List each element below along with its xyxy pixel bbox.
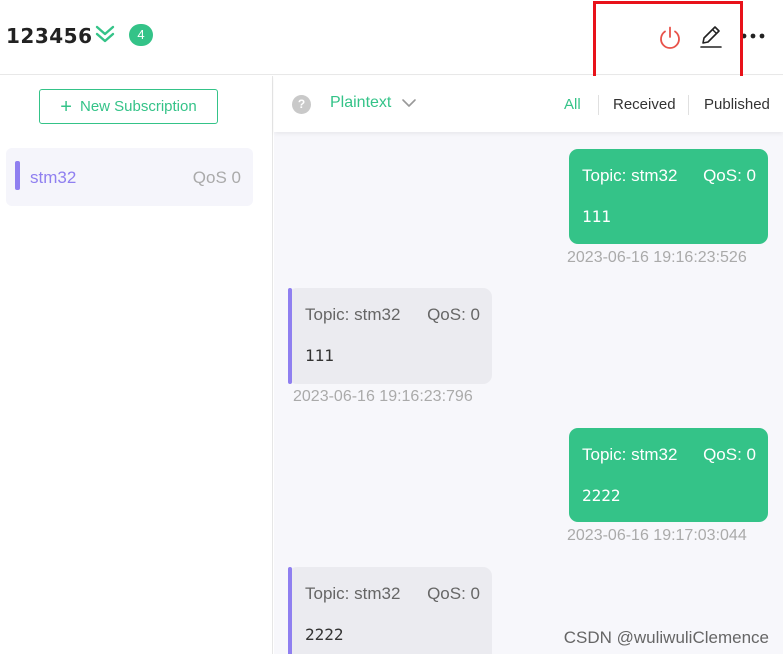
filter-published-tab[interactable]: Published [704,96,770,113]
connection-header: 123456 4 [0,0,783,89]
message-payload: 111 [582,207,611,226]
message-bubble-published[interactable]: Topic: stm32 QoS: 0 111 [569,149,768,244]
message-bubble-received[interactable]: Topic: stm32 QoS: 0 2222 [288,567,492,654]
subscription-qos: QoS 0 [192,168,241,187]
chevron-down-icon[interactable] [401,97,417,109]
unread-count-badge: 4 [129,24,153,46]
message-payload: 111 [305,346,334,365]
message-timestamp: 2023-06-16 19:17:03:044 [567,527,747,544]
message-payload: 2222 [305,625,344,644]
message-qos: QoS: 0 [427,305,480,324]
message-timestamp: 2023-06-16 19:16:23:526 [567,249,747,266]
message-topic: Topic: stm32 [305,584,401,603]
subscriptions-sidebar: + New Subscription stm32 QoS 0 [0,76,273,654]
message-timestamp: 2023-06-16 19:16:23:796 [293,388,473,405]
message-topic: Topic: stm32 [305,305,401,324]
filter-divider [688,95,689,115]
message-toolbar: ? Plaintext All Received Published [274,76,783,132]
message-pane: ? Plaintext All Received Published Topic… [274,76,783,654]
message-qos: QoS: 0 [703,445,756,464]
payload-type-select[interactable]: Plaintext [330,94,391,112]
message-color-bar [288,567,292,654]
more-icon[interactable] [740,26,766,46]
message-bubble-published[interactable]: Topic: stm32 QoS: 0 2222 [569,428,768,522]
message-color-bar [288,288,292,384]
power-icon[interactable] [657,25,683,51]
new-subscription-button[interactable]: + New Subscription [39,89,218,124]
connection-name: 123456 [6,24,93,48]
new-subscription-label: New Subscription [79,98,197,115]
filter-all-tab[interactable]: All [564,96,581,113]
filter-received-tab[interactable]: Received [613,96,676,113]
message-payload: 2222 [582,486,621,505]
chevron-double-down-icon[interactable] [93,22,117,46]
plus-icon: + [60,95,72,118]
message-qos: QoS: 0 [427,584,480,603]
subscription-item-stm32[interactable]: stm32 QoS 0 [6,148,253,206]
subscription-color-bar [15,161,20,190]
message-topic: Topic: stm32 [582,445,678,464]
filter-divider [598,95,599,115]
message-topic: Topic: stm32 [582,166,678,185]
subscription-topic: stm32 [30,168,77,187]
watermark-text: CSDN @wuliwuliClemence [563,628,769,647]
message-bubble-received[interactable]: Topic: stm32 QoS: 0 111 [288,288,492,384]
message-qos: QoS: 0 [703,166,756,185]
edit-icon[interactable] [698,24,724,50]
help-icon[interactable]: ? [292,95,311,114]
